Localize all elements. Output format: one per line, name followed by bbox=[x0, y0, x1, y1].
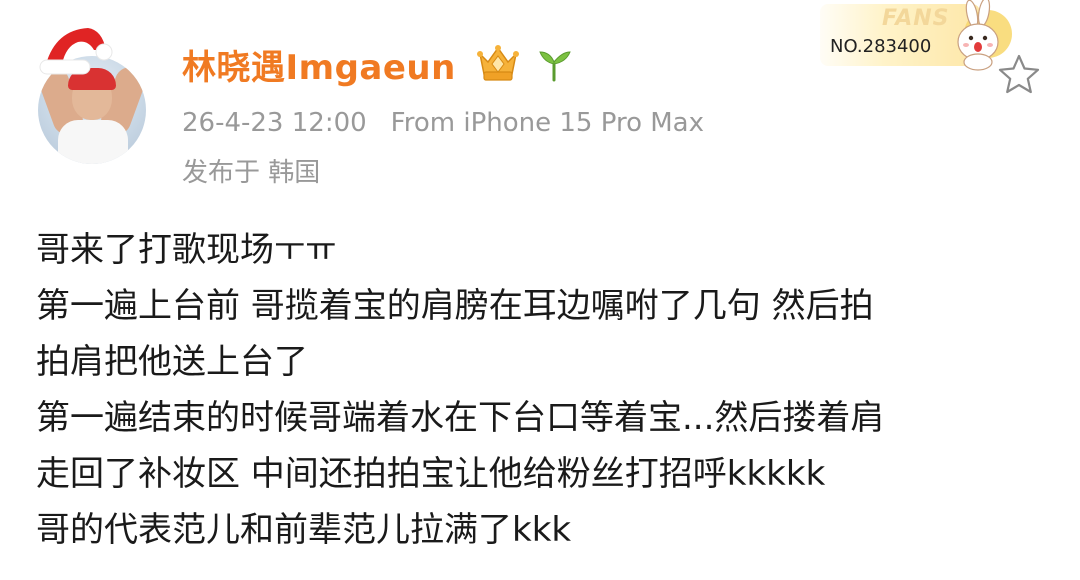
post-timestamp: 26-4-23 12:00 bbox=[182, 108, 367, 138]
post-source[interactable]: From iPhone 15 Pro Max bbox=[391, 108, 704, 138]
fans-badge-number: NO.283400 bbox=[830, 36, 932, 57]
sprout-icon[interactable] bbox=[536, 46, 572, 82]
fans-badge-title: FANS bbox=[882, 6, 950, 31]
vip-crown-badge-icon[interactable] bbox=[474, 42, 522, 84]
post-line: 第一遍上台前 哥揽着宝的肩膀在耳边嘱咐了几句 然后拍 bbox=[36, 286, 874, 326]
post-line: 哥来了打歌现场ㅜㅠ bbox=[36, 230, 337, 270]
username[interactable]: 林晓遇Imgaeun bbox=[182, 40, 456, 89]
post-meta: 26-4-23 12:00 From iPhone 15 Pro Max bbox=[182, 108, 704, 138]
santa-hat-icon bbox=[39, 28, 113, 75]
post-line: 走回了补妆区 中间还拍拍宝让他给粉丝打招呼kkkkk bbox=[36, 454, 826, 494]
post-line: 第一遍结束的时候哥端着水在下台口等着宝...然后搂着肩 bbox=[36, 398, 885, 438]
post-body: 哥来了打歌现场ㅜㅠ 第一遍上台前 哥揽着宝的肩膀在耳边嘱咐了几句 然后拍 拍肩把… bbox=[36, 222, 1046, 558]
avatar-shirt bbox=[58, 120, 128, 164]
post-location: 发布于 韩国 bbox=[182, 158, 321, 188]
avatar-wrapper[interactable] bbox=[36, 20, 152, 164]
fans-badge[interactable]: FANS NO.283400 bbox=[812, 0, 1012, 80]
post-line: 哥的代表范儿和前辈范儿拉满了kkk bbox=[36, 510, 572, 550]
star-icon[interactable] bbox=[996, 52, 1042, 98]
post-line: 拍肩把他送上台了 bbox=[36, 342, 308, 382]
